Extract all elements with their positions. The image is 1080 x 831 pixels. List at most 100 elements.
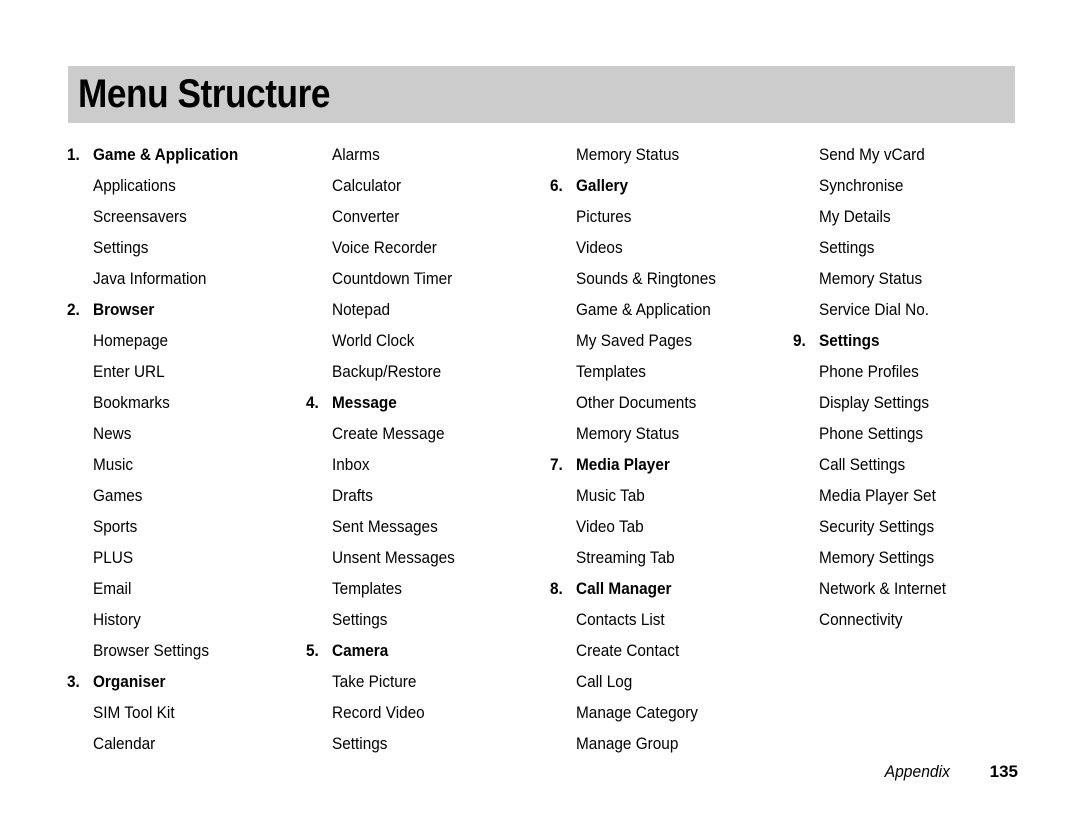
menu-section-number: 6. <box>550 177 563 195</box>
menu-section-label: Gallery <box>576 177 629 195</box>
menu-item-row: Pictures <box>550 202 795 233</box>
menu-item-label: Browser Settings <box>93 642 209 660</box>
menu-item-label: History <box>93 611 141 629</box>
menu-row-spacer <box>793 636 1033 667</box>
menu-item-row: Sounds & Ringtones <box>550 264 795 295</box>
menu-item-row: Sports <box>67 512 307 543</box>
menu-item-row: Converter <box>306 202 546 233</box>
menu-row-spacer <box>793 729 1033 760</box>
menu-item-label: Settings <box>332 735 388 753</box>
menu-item-label: Voice Recorder <box>332 239 437 257</box>
menu-item-label: Sports <box>93 518 138 536</box>
menu-item-label: Applications <box>93 177 176 195</box>
menu-section-row: 7. Media Player <box>550 450 795 481</box>
menu-section-row: 3. Organiser <box>67 667 307 698</box>
menu-item-row: Calculator <box>306 171 546 202</box>
menu-item-label: Manage Category <box>576 704 698 722</box>
menu-item-row: Voice Recorder <box>306 233 546 264</box>
menu-item-label: Alarms <box>332 146 380 164</box>
menu-item-row: Memory Status <box>550 140 795 171</box>
menu-item-label: Drafts <box>332 487 373 505</box>
menu-item-row: Send My vCard <box>793 140 1033 171</box>
menu-item-row: Video Tab <box>550 512 795 543</box>
menu-section-number: 2. <box>67 301 80 319</box>
menu-item-label: World Clock <box>332 332 415 350</box>
menu-item-label: Manage Group <box>576 735 679 753</box>
menu-section-row: 8. Call Manager <box>550 574 795 605</box>
menu-item-row: Enter URL <box>67 357 307 388</box>
menu-section-number: 4. <box>306 394 319 412</box>
menu-item-label: Network & Internet <box>819 580 947 598</box>
menu-item-row: Display Settings <box>793 388 1033 419</box>
menu-item-row: Synchronise <box>793 171 1033 202</box>
menu-section-label: Browser <box>93 301 155 319</box>
menu-item-label: Other Documents <box>576 394 697 412</box>
menu-item-label: Countdown Timer <box>332 270 453 288</box>
menu-item-row: Music <box>67 450 307 481</box>
menu-item-row: Connectivity <box>793 605 1033 636</box>
menu-item-row: News <box>67 419 307 450</box>
menu-item-label: Memory Status <box>576 146 680 164</box>
menu-item-row: Game & Application <box>550 295 795 326</box>
menu-item-row: My Details <box>793 202 1033 233</box>
menu-section-label: Call Manager <box>576 580 672 598</box>
menu-item-row: Other Documents <box>550 388 795 419</box>
menu-item-row: Record Video <box>306 698 546 729</box>
menu-item-row: World Clock <box>306 326 546 357</box>
menu-item-row: Call Settings <box>793 450 1033 481</box>
menu-item-row: Countdown Timer <box>306 264 546 295</box>
menu-section-number: 1. <box>67 146 80 164</box>
menu-item-row: Service Dial No. <box>793 295 1033 326</box>
menu-item-label: Call Log <box>576 673 633 691</box>
menu-item-row: Drafts <box>306 481 546 512</box>
menu-item-row: Videos <box>550 233 795 264</box>
menu-item-row: Memory Settings <box>793 543 1033 574</box>
menu-item-label: Sent Messages <box>332 518 438 536</box>
menu-section-label: Settings <box>819 332 880 350</box>
menu-section-label: Game & Application <box>93 146 239 164</box>
menu-item-label: Converter <box>332 208 400 226</box>
menu-item-label: PLUS <box>93 549 134 567</box>
menu-item-label: Templates <box>576 363 646 381</box>
menu-item-label: Email <box>93 580 132 598</box>
menu-item-row: My Saved Pages <box>550 326 795 357</box>
menu-item-row: Settings <box>67 233 307 264</box>
menu-item-label: Contacts List <box>576 611 665 629</box>
menu-section-row: 2. Browser <box>67 295 307 326</box>
menu-item-row: Memory Status <box>793 264 1033 295</box>
menu-item-label: Memory Settings <box>819 549 935 567</box>
menu-section-row: 5. Camera <box>306 636 546 667</box>
menu-section-row: 9. Settings <box>793 326 1033 357</box>
menu-item-label: My Saved Pages <box>576 332 693 350</box>
menu-item-label: Music Tab <box>576 487 645 505</box>
menu-section-label: Media Player <box>576 456 670 474</box>
menu-item-label: Homepage <box>93 332 169 350</box>
menu-item-row: Manage Category <box>550 698 795 729</box>
menu-item-row: Manage Group <box>550 729 795 760</box>
menu-item-row: Media Player Set <box>793 481 1033 512</box>
menu-item-row: Sent Messages <box>306 512 546 543</box>
menu-item-row: PLUS <box>67 543 307 574</box>
menu-item-label: Calendar <box>93 735 156 753</box>
menu-item-row: Bookmarks <box>67 388 307 419</box>
menu-item-label: Security Settings <box>819 518 935 536</box>
menu-item-row: Music Tab <box>550 481 795 512</box>
menu-item-label: Java Information <box>93 270 207 288</box>
menu-item-row: Phone Profiles <box>793 357 1033 388</box>
menu-item-row: Create Contact <box>550 636 795 667</box>
footer-page-number: 135 <box>989 762 1018 781</box>
menu-item-label: Call Settings <box>819 456 906 474</box>
menu-item-label: Memory Status <box>819 270 923 288</box>
menu-item-row: Streaming Tab <box>550 543 795 574</box>
menu-item-row: Create Message <box>306 419 546 450</box>
menu-item-label: Games <box>93 487 143 505</box>
menu-item-row: Network & Internet <box>793 574 1033 605</box>
menu-section-number: 5. <box>306 642 319 660</box>
menu-item-label: Inbox <box>332 456 370 474</box>
menu-item-row: Settings <box>306 729 546 760</box>
menu-item-label: Streaming Tab <box>576 549 675 567</box>
menu-item-label: Game & Application <box>576 301 711 319</box>
menu-item-label: Unsent Messages <box>332 549 455 567</box>
menu-item-row: Homepage <box>67 326 307 357</box>
menu-item-label: Templates <box>332 580 402 598</box>
